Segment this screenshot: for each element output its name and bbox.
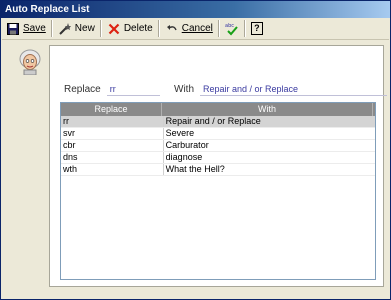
toolbar-separator <box>99 20 102 37</box>
toolbar: Save New Delete Cancel abc ? <box>2 18 389 40</box>
cell-with: What the Hell? <box>165 164 225 174</box>
with-input[interactable]: Repair and / or Replace <box>200 83 387 96</box>
toolbar-separator <box>50 20 53 37</box>
cancel-button[interactable]: Cancel <box>161 19 217 38</box>
save-button[interactable]: Save <box>2 19 50 38</box>
cell-with: Severe <box>165 128 195 138</box>
table-row[interactable]: cbr Carburator <box>61 140 375 152</box>
new-button[interactable]: New <box>54 19 99 38</box>
new-label: New <box>74 23 95 34</box>
replace-input[interactable]: rr <box>106 83 160 96</box>
cell-replace: cbr <box>61 140 164 151</box>
replace-table[interactable]: Replace With rr Repair and / or Replace … <box>60 102 376 280</box>
delete-label: Delete <box>123 23 153 34</box>
toolbar-separator <box>157 20 160 37</box>
spellcheck-icon: abc <box>225 22 239 36</box>
column-header-replace[interactable]: Replace <box>61 103 162 116</box>
replace-field-group: Replace rr <box>64 82 160 96</box>
cancel-label: Cancel <box>181 23 213 34</box>
help-button[interactable]: ? <box>247 19 267 38</box>
table-row[interactable]: wth What the Hell? <box>61 164 375 176</box>
delete-button[interactable]: Delete <box>103 19 157 38</box>
toolbar-separator <box>243 20 246 37</box>
table-header: Replace With <box>61 103 375 116</box>
cell-with: Repair and / or Replace <box>165 116 261 126</box>
window-title: Auto Replace List <box>5 4 90 15</box>
undo-arrow-icon <box>165 22 179 36</box>
avatar <box>19 49 41 76</box>
table-row[interactable]: dns diagnose <box>61 152 375 164</box>
help-icon: ? <box>250 22 263 35</box>
cell-replace: dns <box>61 152 164 163</box>
red-x-icon <box>107 22 121 36</box>
help-glyph: ? <box>254 23 260 33</box>
cell-replace: wth <box>61 164 164 175</box>
replace-label: Replace <box>64 83 101 95</box>
toolbar-separator <box>217 20 220 37</box>
title-bar: Auto Replace List <box>1 1 390 18</box>
save-label: Save <box>23 23 46 34</box>
cell-replace: rr <box>61 116 164 127</box>
spellcheck-button[interactable]: abc <box>221 19 243 38</box>
cell-with: Carburator <box>165 140 209 150</box>
with-label: With <box>174 83 194 95</box>
column-header-with[interactable]: With <box>162 103 373 116</box>
svg-text:abc: abc <box>225 23 234 29</box>
magic-wand-icon <box>58 22 72 36</box>
cell-with: diagnose <box>165 152 203 162</box>
content-panel: Replace rr With Repair and / or Replace … <box>49 45 387 287</box>
with-field-group: With Repair and / or Replace <box>174 82 387 96</box>
table-row[interactable]: rr Repair and / or Replace <box>61 116 375 128</box>
table-row[interactable]: svr Severe <box>61 128 375 140</box>
auto-replace-window: Auto Replace List Save New Delete Cancel… <box>0 0 391 300</box>
cell-replace: svr <box>61 128 164 139</box>
floppy-disk-icon <box>6 22 20 36</box>
